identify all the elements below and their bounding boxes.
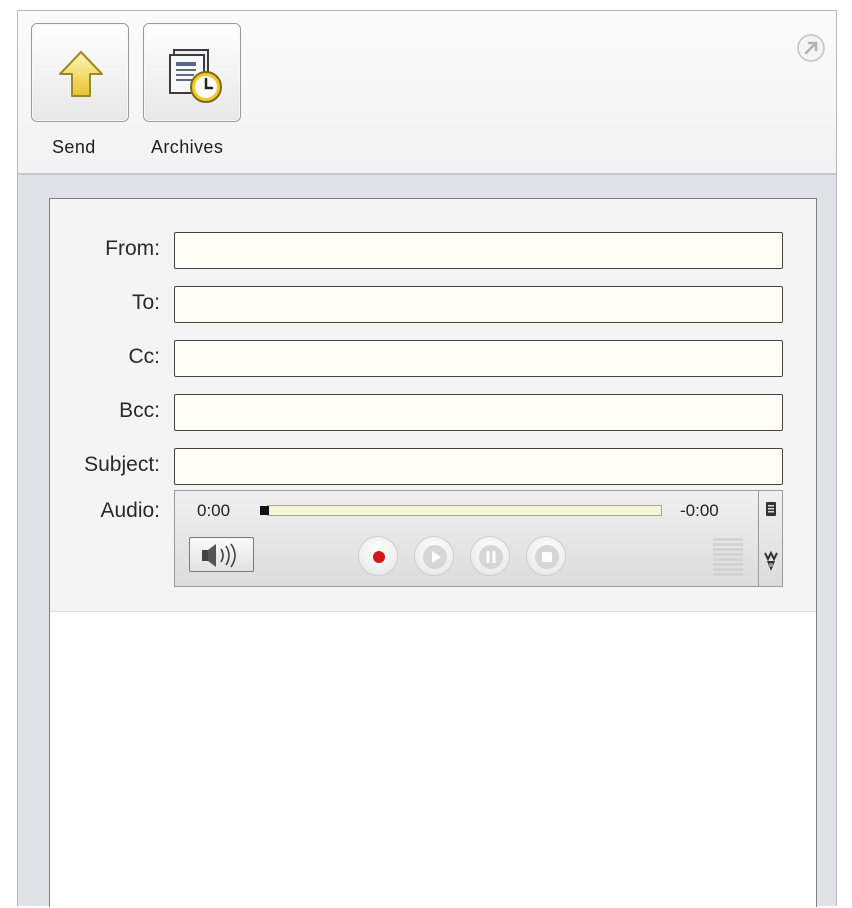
message-header: From: To: Cc: Bcc: Subject: Audio: 0:00 … [50,199,816,612]
send-label: Send [52,137,96,157]
pause-button[interactable] [470,536,510,576]
bcc-field[interactable] [174,394,783,431]
pause-icon [479,545,503,569]
message-panel: From: To: Cc: Bcc: Subject: Audio: 0:00 … [49,198,817,908]
to-field[interactable] [174,286,783,323]
audio-side-panel [759,490,783,587]
archives-label: Archives [151,137,224,157]
subject-field[interactable] [174,448,783,485]
time-elapsed: 0:00 [197,501,231,520]
subject-label: Subject: [84,453,160,476]
level-meter [713,538,743,580]
audio-label: Audio: [100,499,160,522]
from-label: From: [105,237,160,260]
archive-clock-icon [169,49,222,103]
bcc-label: Bcc: [119,399,160,422]
record-icon [373,551,385,563]
compose-window: Send Archives From: To: Cc: Bcc: Subject… [17,10,837,908]
toolbar: Send Archives [18,11,836,175]
progress-handle[interactable] [260,506,269,515]
expand-button[interactable] [796,33,826,63]
message-body[interactable] [50,613,816,908]
progress-bar[interactable] [267,505,662,516]
stop-icon [535,545,559,569]
record-button[interactable] [358,536,398,576]
cc-field[interactable] [174,340,783,377]
chevron-grip-icon[interactable] [762,549,780,575]
archives-button[interactable] [143,23,241,122]
play-icon [423,545,447,569]
send-button[interactable] [31,23,129,122]
from-field[interactable] [174,232,783,269]
time-remaining: -0:00 [680,501,719,520]
volume-button[interactable] [189,537,254,572]
up-arrow-icon [59,51,103,97]
speaker-icon [202,543,236,568]
to-label: To: [131,291,160,314]
stop-button[interactable] [526,536,566,576]
expand-arrow-icon [797,34,825,62]
menu-icon[interactable] [762,499,780,519]
audio-player: 0:00 -0:00 [174,490,759,587]
cc-label: Cc: [128,345,161,368]
play-button[interactable] [414,536,454,576]
